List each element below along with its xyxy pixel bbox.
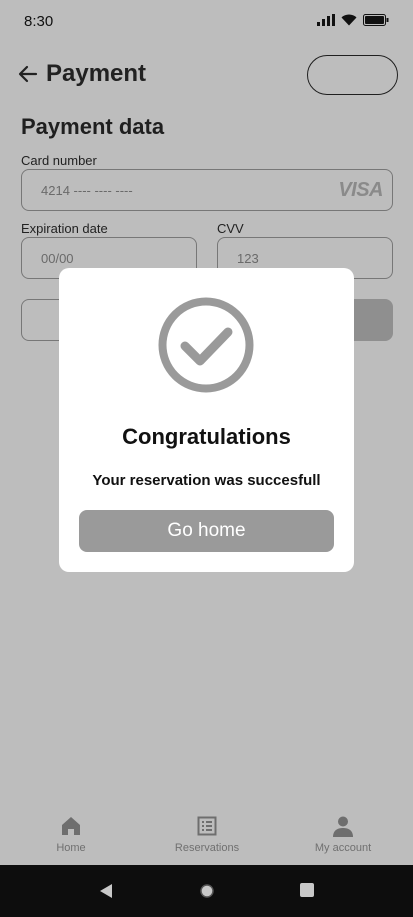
nav-label-reservations: Reservations <box>174 842 240 854</box>
app-bar: Payment <box>0 52 413 98</box>
success-dialog: Congratulations Your reservation was suc… <box>59 268 354 572</box>
person-icon <box>333 816 353 837</box>
header-pill-button[interactable] <box>307 55 398 95</box>
visa-logo: VISA <box>338 179 383 201</box>
system-nav-bar <box>0 865 413 917</box>
page-title: Payment <box>46 60 147 87</box>
cvv-value: 123 <box>237 250 259 266</box>
nav-item-home[interactable]: Home <box>16 815 126 854</box>
dialog-message: Your reservation was succesfull <box>92 472 321 489</box>
nav-item-reservations[interactable]: Reservations <box>152 815 262 854</box>
status-bar: 8:30 <box>0 0 413 44</box>
home-icon <box>62 817 80 835</box>
system-back-icon[interactable] <box>99 883 113 899</box>
expiration-label: Expiration date <box>21 221 108 236</box>
card-number-value: 4214 ---- ---- ---- <box>41 182 133 198</box>
battery-icon <box>363 14 389 26</box>
bottom-nav: Home Reservations My account <box>0 805 413 865</box>
back-arrow-icon[interactable] <box>16 62 40 86</box>
go-home-button[interactable]: Go home <box>79 510 334 552</box>
status-icons <box>317 14 389 26</box>
dialog-title: Congratulations <box>122 424 291 449</box>
status-time: 8:30 <box>24 13 54 30</box>
nav-label-home: Home <box>56 842 86 854</box>
check-circle-icon <box>158 297 254 393</box>
wifi-icon <box>341 14 357 26</box>
system-recents-icon[interactable] <box>300 883 314 897</box>
section-title: Payment data <box>21 114 165 139</box>
nav-item-my-account[interactable]: My account <box>288 815 398 854</box>
system-home-icon[interactable] <box>199 883 215 899</box>
signal-icon <box>317 14 335 26</box>
nav-label-my-account: My account <box>314 842 372 854</box>
expiration-value: 00/00 <box>41 250 74 266</box>
list-icon <box>197 816 217 836</box>
cvv-label: CVV <box>217 221 244 236</box>
card-number-label: Card number <box>21 153 97 168</box>
card-number-field[interactable]: 4214 ---- ---- ---- VISA <box>21 169 393 211</box>
